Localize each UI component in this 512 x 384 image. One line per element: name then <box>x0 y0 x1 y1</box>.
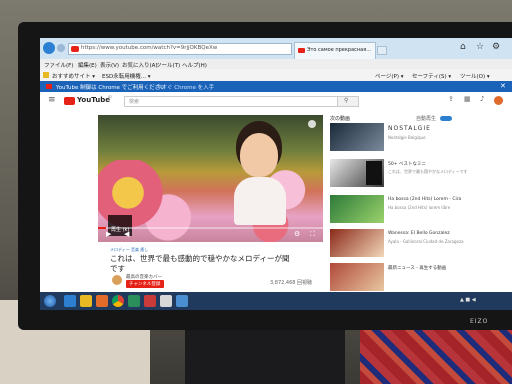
app-taskbar-icon-2[interactable] <box>144 295 156 307</box>
menu-file[interactable]: ファイル(F) <box>44 61 73 69</box>
close-icon[interactable]: ✕ <box>500 82 506 90</box>
hamburger-menu-icon[interactable]: ≡ <box>48 95 56 105</box>
app-taskbar-icon-3[interactable] <box>160 295 172 307</box>
video-progress-fill <box>98 227 106 229</box>
media-taskbar-icon[interactable] <box>96 295 108 307</box>
browser-tab-bar: https://www.youtube.com/watch?v=9rjjOKBQ… <box>40 38 512 60</box>
view-count: 3,872,468 回視聴 <box>270 280 313 286</box>
youtube-header: ≡ YouTube JP 検索 ⚲ ⇪ ▦ ♪ <box>40 92 512 110</box>
explorer-taskbar-icon[interactable] <box>80 295 92 307</box>
youtube-region: JP <box>108 95 112 100</box>
favorites-item-recommended[interactable]: おすすめサイト ▾ <box>52 72 95 80</box>
windows-taskbar: ▲ ■ ◀ <box>40 292 512 310</box>
menu-help[interactable]: ヘルプ(H) <box>182 61 207 69</box>
back-arrow-icon[interactable] <box>43 42 55 54</box>
girl-dress <box>234 177 286 225</box>
related-thumb-2[interactable] <box>330 159 384 187</box>
related-sub-2: これは、世界で最も穏やかなメロディーです <box>388 169 468 174</box>
system-tray: ▲ ■ ◀ <box>460 297 476 303</box>
play-icon[interactable]: ▶ <box>106 230 111 238</box>
address-bar-url: https://www.youtube.com/watch?v=9rjjOKBQ… <box>81 45 218 51</box>
avatar[interactable] <box>494 96 503 105</box>
tab-active[interactable]: Это самое прекрасная... <box>294 42 376 60</box>
related-thumb-3[interactable] <box>330 195 384 223</box>
menu-tools[interactable]: ツール(T) <box>156 61 180 69</box>
forward-arrow-icon[interactable] <box>57 44 65 52</box>
chrome-taskbar-icon[interactable] <box>112 295 124 307</box>
youtube-notify-icon <box>46 84 52 89</box>
star-icon[interactable]: ☆ <box>476 42 484 52</box>
video-title-line1: これは、世界で最も感動的で穏やかなメロディーが聞 <box>110 254 290 263</box>
related-title-1[interactable]: NOSTALGIE <box>388 125 478 132</box>
browser-menu-bar: ファイル(F) 編集(E) 表示(V) お気に入り(A) ツール(T) ヘルプ(… <box>40 59 512 69</box>
girl-face <box>240 133 278 177</box>
search-input[interactable]: 検索 <box>124 96 338 107</box>
home-icon[interactable]: ⌂ <box>460 42 466 52</box>
subscribe-label: チャンネル登録 <box>129 282 161 287</box>
related-title-5[interactable]: 最新ニュース - 再生する動画 <box>388 265 478 271</box>
tool-page[interactable]: ページ(P) ▾ <box>375 72 404 80</box>
tab-title: Это самое прекрасная... <box>307 47 371 53</box>
new-tab-icon[interactable] <box>377 46 387 55</box>
search-placeholder: 検索 <box>129 99 140 105</box>
search-button[interactable]: ⚲ <box>337 96 359 107</box>
fullscreen-icon[interactable]: ⛶ <box>310 230 315 239</box>
subscribe-button[interactable]: チャンネル登録 <box>126 280 164 288</box>
volume-icon[interactable]: ◀ <box>124 230 129 238</box>
related-title-2[interactable]: 50+ ベストなミニ <box>388 161 478 167</box>
address-bar[interactable]: https://www.youtube.com/watch?v=9rjjOKBQ… <box>68 43 292 55</box>
search-icon: ⚲ <box>344 97 349 104</box>
youtube-content: 再生 (k) ▶ ◀ ⛶ ⚙ メロディー 音楽 癒し これは、世界で最も感動的で… <box>40 109 512 292</box>
related-badge-2 <box>366 161 382 185</box>
ie-taskbar-icon[interactable] <box>64 295 76 307</box>
upload-icon[interactable]: ⇪ <box>448 95 454 103</box>
youtube-logo-icon[interactable] <box>64 97 75 105</box>
tool-safety[interactable]: セーフティ(S) ▾ <box>412 72 451 80</box>
monitor-stand <box>185 330 345 384</box>
monitor-brand-logo: EIZO <box>470 318 489 325</box>
youtube-tab-icon <box>298 48 305 53</box>
bell-icon[interactable]: ♪ <box>480 95 484 103</box>
video-progress-bar[interactable] <box>98 227 323 229</box>
menu-view[interactable]: 表示(V) <box>100 61 119 69</box>
gear-icon[interactable]: ⚙ <box>492 42 500 52</box>
settings-icon[interactable]: ⚙ <box>294 230 300 238</box>
related-sub-1: Nostalgie Belgique <box>388 135 426 140</box>
related-thumb-4[interactable] <box>330 229 384 257</box>
next-video-label: 次の動画 <box>330 116 351 122</box>
monitor-screen: https://www.youtube.com/watch?v=9rjjOKBQ… <box>40 38 512 310</box>
apps-grid-icon[interactable]: ▦ <box>464 95 471 103</box>
start-button-icon[interactable] <box>44 295 56 307</box>
video-title-line2: です <box>110 264 125 273</box>
related-sub-4: Ayala - Gallinoral Ciudad de Zaragoza <box>388 239 464 244</box>
related-thumb-5[interactable] <box>330 263 384 291</box>
channel-avatar[interactable] <box>112 275 122 285</box>
menu-edit[interactable]: 編集(E) <box>78 61 97 69</box>
autoplay-toggle[interactable] <box>440 116 452 121</box>
youtube-logo-text[interactable]: YouTube <box>77 96 110 104</box>
notification-action-link[interactable]: 今すぐ Chrome を入手 <box>156 83 214 91</box>
video-player[interactable]: 再生 (k) ▶ ◀ ⛶ ⚙ <box>98 115 323 242</box>
notification-text: YouTube 制御は Chrome でご利用ください <box>56 85 166 91</box>
tool-tools[interactable]: ツール(O) ▾ <box>460 72 490 80</box>
favorites-star-icon <box>43 72 49 78</box>
menu-favorites[interactable]: お気に入り(A) <box>122 61 158 69</box>
autoplay-label: 自動再生 <box>416 116 437 122</box>
related-title-4[interactable]: Wanessa: El Bello Gonzalez <box>388 231 478 236</box>
app-taskbar-icon-4[interactable] <box>176 295 188 307</box>
info-icon[interactable] <box>308 120 316 128</box>
related-sub-3: Ha bossa (2nd Hits) lorem libre <box>388 205 451 210</box>
related-thumb-1[interactable] <box>330 123 384 151</box>
app-taskbar-icon-1[interactable] <box>128 295 140 307</box>
favorites-item-esd[interactable]: ESD永転用機権... ▾ <box>102 72 150 80</box>
related-title-3[interactable]: Ha bossa (2nd Hits) Lorem - Cira <box>388 197 478 202</box>
youtube-favicon <box>71 46 79 52</box>
chrome-notification-bar: YouTube 制御は Chrome でご利用ください 今すぐ Chrome を… <box>40 81 512 92</box>
